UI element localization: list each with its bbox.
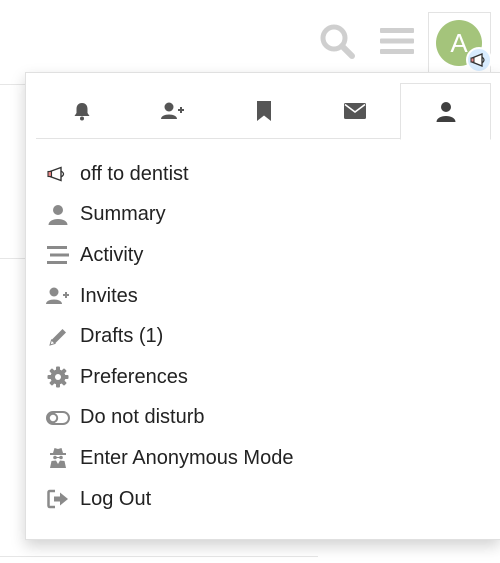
search-button[interactable] — [316, 20, 358, 62]
menu-item-status[interactable]: off to dentist — [26, 154, 500, 195]
tab-invites[interactable] — [127, 83, 218, 139]
bell-icon — [74, 103, 89, 121]
user-plus-icon — [160, 102, 184, 119]
menu-item-label: Do not disturb — [80, 406, 205, 429]
menu-item-label: Summary — [80, 203, 166, 226]
header-divider — [0, 84, 26, 85]
search-icon — [320, 24, 355, 59]
menu-item-label: Log Out — [80, 487, 152, 510]
menu-item-log-out[interactable]: Log Out — [26, 479, 500, 520]
menu-item-label: off to dentist — [80, 162, 189, 185]
tab-profile[interactable] — [400, 83, 491, 140]
menu-item-label: Activity — [80, 243, 144, 266]
hamburger-menu-button[interactable] — [376, 20, 418, 62]
page: A off to dentist Summary Activity Invite… — [0, 0, 500, 563]
user-plus-icon — [46, 284, 70, 308]
envelope-icon — [343, 103, 366, 119]
menu-item-label: Enter Anonymous Mode — [80, 446, 294, 469]
megaphone-icon — [470, 53, 485, 67]
background-divider — [0, 258, 26, 259]
hamburger-icon — [380, 28, 414, 54]
background-divider — [0, 556, 318, 557]
user-menu-list: off to dentist Summary Activity Invites … — [26, 154, 500, 519]
megaphone-icon — [46, 162, 70, 186]
avatar-letter: A — [450, 27, 468, 58]
user-status-badge — [466, 47, 492, 73]
menu-item-preferences[interactable]: Preferences — [26, 357, 500, 398]
user-menu-button[interactable]: A — [428, 12, 492, 74]
user-menu-panel: off to dentist Summary Activity Invites … — [25, 72, 500, 540]
tab-messages[interactable] — [309, 83, 400, 139]
menu-item-anonymous-mode[interactable]: Enter Anonymous Mode — [26, 438, 500, 479]
stream-icon — [46, 243, 70, 267]
gear-icon — [46, 365, 70, 389]
user-icon — [46, 203, 70, 227]
sign-out-icon — [46, 487, 70, 511]
menu-item-activity[interactable]: Activity — [26, 235, 500, 276]
toggle-off-icon — [46, 406, 70, 430]
menu-item-do-not-disturb[interactable]: Do not disturb — [26, 398, 500, 439]
user-secret-icon — [46, 446, 70, 470]
tab-notifications[interactable] — [36, 83, 127, 139]
user-icon — [436, 101, 455, 122]
menu-item-invites[interactable]: Invites — [26, 276, 500, 317]
bookmark-icon — [256, 101, 271, 121]
menu-item-drafts[interactable]: Drafts (1) — [26, 316, 500, 357]
menu-item-summary[interactable]: Summary — [26, 195, 500, 236]
tab-bookmarks[interactable] — [218, 83, 309, 139]
menu-item-label: Invites — [80, 284, 138, 307]
menu-item-label: Drafts (1) — [80, 325, 164, 348]
pencil-icon — [46, 325, 70, 349]
menu-item-label: Preferences — [80, 365, 188, 388]
user-menu-tabs — [36, 83, 491, 140]
